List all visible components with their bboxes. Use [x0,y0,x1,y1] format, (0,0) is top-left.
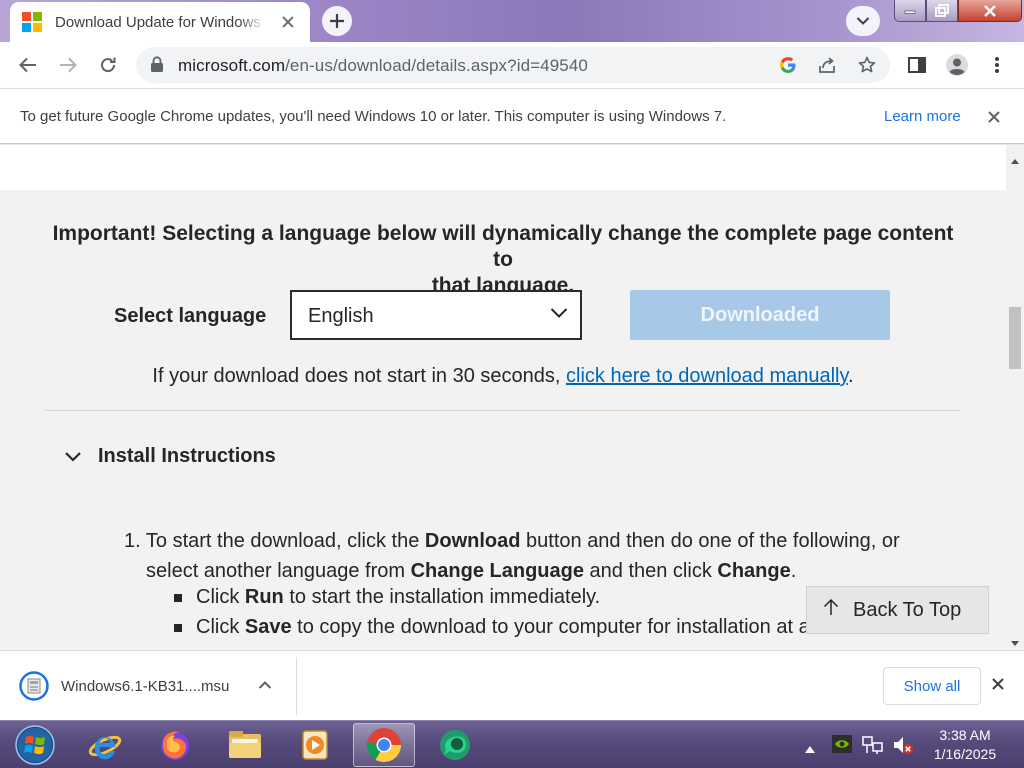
google-translate-icon[interactable] [774,51,802,79]
microsoft-logo-icon [22,12,42,32]
scroll-down-arrow-icon[interactable] [1011,633,1019,651]
page-header-band [0,145,1006,190]
language-select[interactable]: English [290,290,582,340]
close-window-button[interactable] [958,0,1022,22]
clock-date: 1/16/2025 [933,746,997,762]
file-explorer-icon[interactable] [214,723,276,767]
browser-tab[interactable]: Download Update for Windows 7 [10,2,310,42]
downloaded-button[interactable]: Downloaded [630,290,890,340]
show-all-downloads-button[interactable]: Show all [883,667,981,705]
tab-title: Download Update for Windows 7 [55,13,265,31]
download-shelf: Windows6.1-KB31....msu Show all [0,650,1024,720]
chrome-taskbar-icon[interactable] [353,723,415,767]
step-1-line-2: select another language from Change Lang… [124,556,944,586]
url-text[interactable]: microsoft.com/en-us/download/details.asp… [178,56,588,76]
msu-file-icon [18,670,50,702]
step-bold-change: Change [717,560,791,582]
bullet-bold-run: Run [244,586,284,608]
profile-avatar-button[interactable] [941,49,973,81]
start-button[interactable] [4,723,66,767]
step-number: 1. [124,530,141,552]
back-to-top-label: Back To Top [853,598,962,621]
side-panel-button[interactable] [901,49,933,81]
url-host: microsoft.com [178,56,286,75]
bullet-text: Click [196,616,245,638]
step-text: and then click [583,560,718,582]
download-item[interactable]: Windows6.1-KB31....msu [6,657,297,715]
step-text: select another language from [146,560,411,582]
internet-explorer-icon[interactable] [74,723,136,767]
network-tray-icon[interactable] [862,735,884,760]
scroll-up-arrow-icon[interactable] [1011,151,1019,169]
scrollbar-thumb[interactable] [1009,307,1021,369]
system-clock[interactable]: 3:38 AM 1/16/2025 [922,726,1008,764]
download-manually-link[interactable]: click here to download manually [566,365,848,387]
list-item: Click Run to start the installation imme… [174,586,600,609]
language-notice: Important! Selecting a language below wi… [40,221,966,299]
install-instructions-toggle[interactable]: Install Instructions [62,445,276,468]
bullet [174,623,182,632]
minimize-window-button[interactable] [894,0,926,22]
chevron-down-icon [550,306,568,324]
download-file-name: Windows6.1-KB31....msu [61,677,230,695]
lock-icon[interactable] [150,56,164,78]
forward-button[interactable] [52,49,84,81]
language-notice-line1: Important! Selecting a language below wi… [52,222,954,271]
bullet-bold-save: Save [244,616,292,638]
clock-time: 3:38 AM [939,727,991,743]
show-hidden-icons-arrow[interactable] [805,740,815,758]
list-item: Click Save to copy the download to your … [174,616,903,639]
nvidia-tray-icon[interactable] [832,735,852,758]
step-1-line-1: 1. To start the download, click the Down… [124,526,944,556]
select-language-label: Select language [114,305,267,327]
bookmark-star-icon[interactable] [853,51,881,79]
step-bold-change-language: Change Language [410,560,584,582]
arrow-up-icon [823,598,839,622]
bullet-text: to start the installation immediately. [283,586,601,608]
address-bar[interactable]: microsoft.com/en-us/download/details.asp… [136,47,890,83]
manual-download-suffix: . [848,365,854,387]
step-text: . [790,560,797,582]
step-text: To start the download, click the [140,530,425,552]
reload-button[interactable] [92,49,124,81]
chevron-down-icon [62,446,84,468]
bullet [174,593,182,602]
firefox-icon[interactable] [144,723,206,767]
back-button[interactable] [12,49,44,81]
new-tab-button[interactable] [322,6,352,36]
bullet-text: Click [196,586,245,608]
page-content: Important! Selecting a language below wi… [0,145,1006,650]
learn-more-link[interactable]: Learn more [884,108,961,125]
install-instructions-heading: Install Instructions [98,445,276,467]
close-download-shelf-icon[interactable] [992,677,1004,695]
windows-taskbar: 3:38 AM 1/16/2025 [0,720,1024,768]
step-text: button and then do one of the following,… [520,530,900,552]
url-path: /en-us/download/details.aspx?id=49540 [285,56,588,75]
step-bold-download: Download [424,530,521,552]
info-bar-message: To get future Google Chrome updates, you… [20,108,727,125]
vertical-scrollbar[interactable] [1006,145,1024,650]
browser-toolbar: microsoft.com/en-us/download/details.asp… [0,42,1024,88]
back-to-top-button[interactable]: Back To Top [806,586,989,634]
chevron-up-icon[interactable] [258,677,272,695]
tab-search-button[interactable] [846,6,880,36]
chrome-menu-button[interactable] [981,49,1013,81]
install-steps: 1. To start the download, click the Down… [124,526,944,586]
manual-download-text: If your download does not start in 30 se… [0,365,1006,388]
restore-window-button[interactable] [926,0,958,22]
section-divider [45,410,960,411]
manual-download-prefix: If your download does not start in 30 se… [152,365,566,387]
tab-strip: Download Update for Windows 7 [0,0,1024,42]
selected-language: English [308,305,374,327]
close-tab-icon[interactable] [279,13,297,31]
share-icon[interactable] [813,51,841,79]
update-info-bar: To get future Google Chrome updates, you… [0,88,1024,144]
close-info-bar-icon[interactable] [984,107,1004,127]
media-player-icon[interactable] [284,723,346,767]
volume-muted-icon[interactable] [892,735,914,760]
messenger-icon[interactable] [424,723,486,767]
